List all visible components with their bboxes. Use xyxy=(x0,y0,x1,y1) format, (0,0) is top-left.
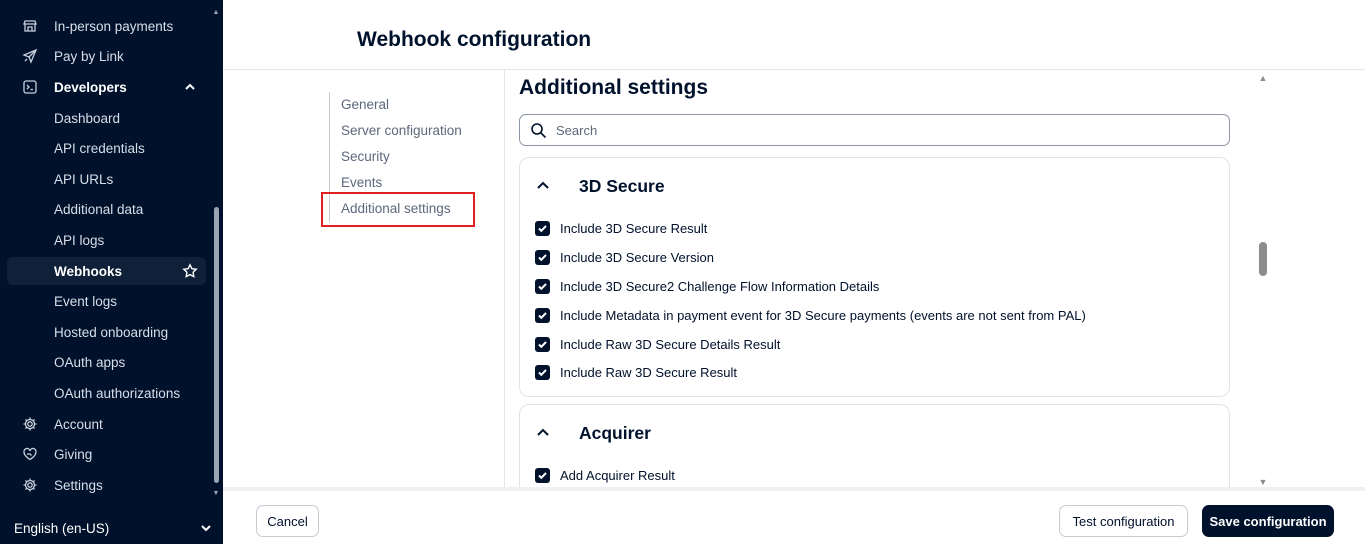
sidebar-item-label: In-person payments xyxy=(54,18,174,34)
store-icon xyxy=(22,18,38,34)
sidebar-item-account[interactable]: Account xyxy=(7,410,206,438)
paper-plane-icon xyxy=(22,48,38,64)
sidebar-item-webhooks[interactable]: Webhooks xyxy=(7,257,206,285)
checkbox-checked[interactable] xyxy=(535,364,550,380)
sidebar-item-label: API URLs xyxy=(54,171,114,187)
gear-icon xyxy=(22,477,38,493)
scroll-up-arrow-icon[interactable]: ▲ xyxy=(1258,73,1268,83)
sidebar-item-label: Pay by Link xyxy=(54,48,124,64)
sidebar-item-settings[interactable]: Settings xyxy=(7,471,206,499)
sidebar-item-label: OAuth apps xyxy=(54,354,126,370)
test-configuration-button[interactable]: Test configuration xyxy=(1059,505,1188,537)
sidebar: In-person payments Pay by Link Developer… xyxy=(0,0,223,544)
sidebar-item-additional-data[interactable]: Additional data xyxy=(7,195,206,223)
scroll-down-arrow-icon[interactable]: ▼ xyxy=(1258,477,1268,487)
sidebar-item-api-credentials[interactable]: API credentials xyxy=(7,134,206,162)
chevron-down-icon xyxy=(198,520,214,536)
page-title: Webhook configuration xyxy=(357,28,592,51)
group-toggle-acquirer[interactable]: Acquirer xyxy=(534,419,651,447)
sidebar-item-developers[interactable]: Developers xyxy=(7,73,206,101)
sidebar-item-hosted-onboarding[interactable]: Hosted onboarding xyxy=(7,318,206,346)
option-include-raw-3ds-details[interactable]: Include Raw 3D Secure Details Result xyxy=(535,334,780,354)
language-selector[interactable]: English (en-US) xyxy=(0,512,223,544)
star-icon[interactable] xyxy=(182,263,198,279)
sidebar-item-label: Event logs xyxy=(54,293,118,309)
highlight-annotation xyxy=(321,192,475,227)
scroll-down-arrow-icon[interactable]: ▼ xyxy=(212,490,220,498)
option-label: Include 3D Secure Version xyxy=(560,249,714,265)
sidebar-item-oauth-apps[interactable]: OAuth apps xyxy=(7,348,206,376)
additional-settings-panel: Additional settings 3D Secure Include 3D… xyxy=(519,70,1231,490)
option-label: Add Acquirer Result xyxy=(560,467,675,483)
sidebar-item-api-logs[interactable]: API logs xyxy=(7,226,206,254)
sidebar-item-label: Hosted onboarding xyxy=(54,324,169,340)
sidebar-item-label: Giving xyxy=(54,446,93,462)
checkbox-checked[interactable] xyxy=(535,249,550,265)
section-title: Additional settings xyxy=(519,76,708,99)
option-include-raw-3ds-result[interactable]: Include Raw 3D Secure Result xyxy=(535,362,737,382)
sidebar-item-label: Account xyxy=(54,416,103,432)
option-label: Include Raw 3D Secure Result xyxy=(560,364,738,380)
sidebar-item-api-urls[interactable]: API URLs xyxy=(7,165,206,193)
sidebar-item-label: Developers xyxy=(54,79,127,95)
option-label: Include 3D Secure2 Challenge Flow Inform… xyxy=(560,278,880,294)
search-icon xyxy=(530,122,547,139)
sidebar-scrollbar-thumb[interactable] xyxy=(214,207,219,483)
sidebar-item-label: API credentials xyxy=(54,140,145,156)
subnav-item-general[interactable]: General xyxy=(341,97,389,112)
group-title: Acquirer xyxy=(579,422,651,443)
group-toggle-3d-secure[interactable]: 3D Secure xyxy=(534,172,665,200)
save-configuration-button[interactable]: Save configuration xyxy=(1202,505,1334,537)
sidebar-item-giving[interactable]: Giving xyxy=(7,440,206,468)
checkbox-checked[interactable] xyxy=(535,336,550,352)
option-include-metadata-3ds[interactable]: Include Metadata in payment event for 3D… xyxy=(535,305,1086,325)
sidebar-item-label: Webhooks xyxy=(54,263,123,279)
checkbox-checked[interactable] xyxy=(535,220,550,236)
sidebar-item-oauth-authorizations[interactable]: OAuth authorizations xyxy=(7,379,206,407)
content-divider xyxy=(504,70,505,490)
checkbox-checked[interactable] xyxy=(535,467,550,483)
option-add-acquirer-result[interactable]: Add Acquirer Result xyxy=(535,465,675,485)
terminal-icon xyxy=(22,79,38,95)
sidebar-item-label: Additional data xyxy=(54,201,144,217)
cancel-button[interactable]: Cancel xyxy=(256,505,319,537)
content-scrollbar-thumb[interactable] xyxy=(1259,242,1267,276)
sidebar-item-label: API logs xyxy=(54,232,105,248)
option-label: Include Raw 3D Secure Details Result xyxy=(560,336,781,352)
language-label: English (en-US) xyxy=(14,520,110,536)
option-include-3d-secure-result[interactable]: Include 3D Secure Result xyxy=(535,218,707,238)
search-input[interactable] xyxy=(556,120,1216,140)
footer-bar: Cancel Test configuration Save configura… xyxy=(223,487,1365,544)
group-title: 3D Secure xyxy=(579,175,665,196)
main-panel: Webhook configuration General Server con… xyxy=(223,0,1365,544)
search-box[interactable] xyxy=(519,114,1230,146)
gear-icon xyxy=(22,416,38,432)
checkbox-checked[interactable] xyxy=(535,307,550,323)
subnav-item-events[interactable]: Events xyxy=(341,175,382,190)
option-label: Include Metadata in payment event for 3D… xyxy=(560,307,1086,323)
option-label: Include 3D Secure Result xyxy=(560,220,708,236)
option-include-3ds2-challenge-flow[interactable]: Include 3D Secure2 Challenge Flow Inform… xyxy=(535,276,879,296)
chevron-up-icon xyxy=(182,79,198,95)
sidebar-item-label: Dashboard xyxy=(54,110,121,126)
sidebar-nav: In-person payments Pay by Link Developer… xyxy=(0,0,223,510)
checkbox-checked[interactable] xyxy=(535,278,550,294)
subnav-item-security[interactable]: Security xyxy=(341,149,390,164)
chevron-up-icon xyxy=(534,177,552,195)
sidebar-item-label: Settings xyxy=(54,477,103,493)
sidebar-item-pay-by-link[interactable]: Pay by Link xyxy=(7,42,206,70)
heart-hand-icon xyxy=(22,446,38,462)
sidebar-item-dashboard[interactable]: Dashboard xyxy=(7,104,206,132)
sidebar-item-event-logs[interactable]: Event logs xyxy=(7,287,206,315)
option-include-3d-secure-version[interactable]: Include 3D Secure Version xyxy=(535,247,714,267)
settings-group-acquirer: Acquirer Add Acquirer Result xyxy=(519,404,1230,490)
subnav-item-server-configuration[interactable]: Server configuration xyxy=(341,123,462,138)
sidebar-item-label: OAuth authorizations xyxy=(54,385,181,401)
chevron-up-icon xyxy=(534,424,552,442)
settings-group-3d-secure: 3D Secure Include 3D Secure Result Inclu… xyxy=(519,157,1230,397)
sidebar-item-in-person-payments[interactable]: In-person payments xyxy=(7,12,206,40)
scroll-up-arrow-icon[interactable]: ▲ xyxy=(212,9,220,17)
